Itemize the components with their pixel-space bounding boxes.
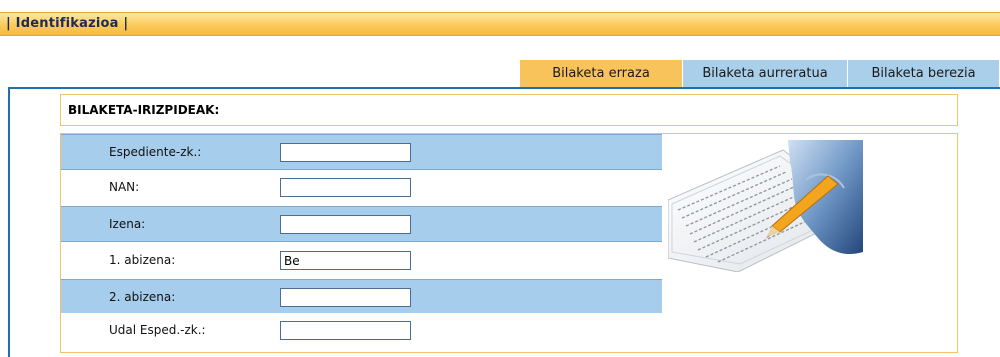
- surname2-input[interactable]: [280, 288, 411, 307]
- nan-label: NAN:: [109, 180, 140, 194]
- name-input[interactable]: [280, 215, 411, 234]
- name-label: Izena:: [109, 217, 146, 231]
- criteria-header-box: BILAKETA-IRIZPIDEAK:: [60, 94, 958, 126]
- section-header-bar: | Identifikazioa |: [0, 12, 1000, 36]
- form-row-nan: NAN:: [61, 170, 662, 206]
- expedient-number-input[interactable]: [280, 143, 411, 162]
- municipal-expedient-input[interactable]: [280, 321, 411, 340]
- form-row-name: Izena:: [61, 206, 662, 242]
- tab-simple-search[interactable]: Bilaketa erraza: [520, 60, 683, 87]
- form-row-expedient: Espediente-zk.:: [61, 134, 662, 170]
- surname1-label: 1. abizena:: [109, 253, 176, 267]
- form-row-municipal-expedient: Udal Esped.-zk.:: [61, 313, 662, 349]
- surname2-label: 2. abizena:: [109, 290, 176, 304]
- tab-advanced-search[interactable]: Bilaketa aurreratua: [683, 60, 848, 87]
- section-title: | Identifikazioa |: [6, 16, 129, 31]
- tab-special-search[interactable]: Bilaketa berezia: [848, 60, 1000, 87]
- expedient-label: Espediente-zk.:: [109, 145, 202, 159]
- criteria-heading: BILAKETA-IRIZPIDEAK:: [68, 103, 220, 117]
- nan-input[interactable]: [280, 178, 411, 197]
- form-row-surname2: 2. abizena:: [61, 279, 662, 315]
- document-with-pen-icon: [668, 140, 863, 272]
- search-tabs: Bilaketa erraza Bilaketa aurreratua Bila…: [520, 60, 1000, 87]
- form-row-surname1: 1. abizena:: [61, 243, 662, 279]
- surname1-input[interactable]: [280, 251, 411, 270]
- municipal-expedient-label: Udal Esped.-zk.:: [109, 323, 206, 337]
